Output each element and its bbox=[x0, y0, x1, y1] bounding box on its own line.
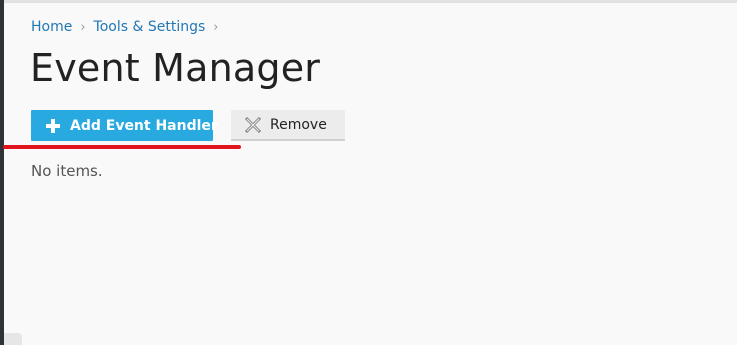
annotation-underline bbox=[3, 145, 241, 149]
left-window-edge bbox=[0, 0, 4, 345]
breadcrumb: Home › Tools & Settings › bbox=[31, 19, 226, 35]
add-event-handler-label: Add Event Handler bbox=[70, 117, 218, 134]
remove-label: Remove bbox=[270, 116, 327, 133]
remove-x-icon bbox=[245, 116, 261, 133]
corner-scroll-stub bbox=[4, 333, 22, 345]
plus-icon bbox=[45, 118, 61, 134]
remove-button[interactable]: Remove bbox=[231, 110, 345, 141]
page: Home › Tools & Settings › Event Manager … bbox=[0, 0, 737, 345]
breadcrumb-tools-settings-link[interactable]: Tools & Settings bbox=[94, 19, 206, 35]
breadcrumb-home-link[interactable]: Home bbox=[31, 19, 72, 35]
empty-state-message: No items. bbox=[31, 162, 103, 180]
page-title: Event Manager bbox=[30, 46, 321, 90]
chevron-right-icon: › bbox=[80, 19, 86, 35]
top-border bbox=[4, 0, 737, 3]
add-event-handler-button[interactable]: Add Event Handler bbox=[31, 110, 218, 141]
chevron-right-icon: › bbox=[213, 19, 219, 35]
